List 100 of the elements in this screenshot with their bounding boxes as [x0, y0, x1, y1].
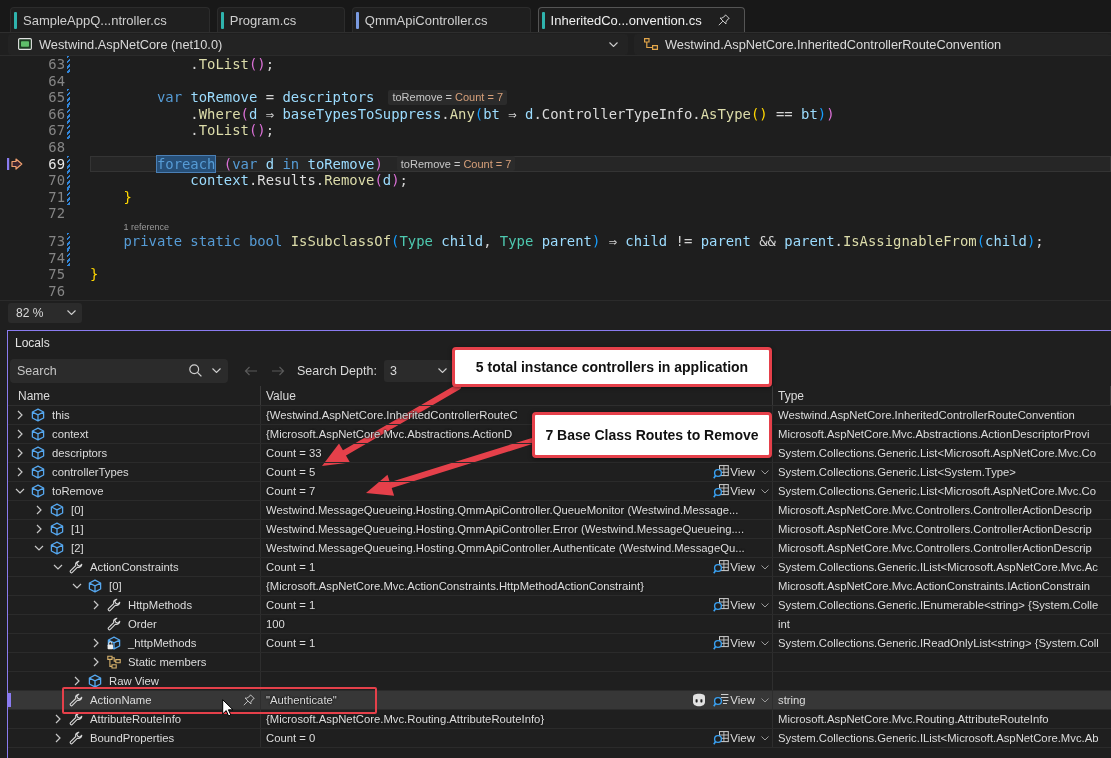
pin-icon[interactable] [243, 694, 255, 706]
chevron-right-icon[interactable] [17, 429, 23, 439]
chevron-right-icon[interactable] [74, 676, 80, 686]
tree-row[interactable]: [0] {Microsoft.AspNetCore.Mvc.ActionConstraints.HttpMethodActionConstraint} Microsoft.AspNetCore.Mvc.ActionConstraints.IActionConstrain [8, 577, 1111, 596]
search-field[interactable]: Search [10, 358, 228, 383]
static-members-icon [107, 655, 121, 669]
variable-value: {Microsoft.AspNetCore.Mvc.ActionConstraints.HttpMethodActionConstraint} [266, 580, 644, 592]
column-header[interactable]: Name [18, 388, 50, 403]
wrench-icon [69, 712, 83, 726]
visualizer-icon [713, 731, 730, 745]
variable-type: Westwind.AspNetCore.InheritedControllerRouteConvention [778, 409, 1075, 421]
code-line: foreach (var d in toRemove) [155, 155, 383, 173]
chevron-right-icon[interactable] [36, 524, 42, 534]
line-number: 75 [47, 266, 65, 283]
robot-face-icon[interactable] [691, 693, 708, 707]
variable-name: AttributeRouteInfo [90, 713, 182, 725]
tree-row[interactable]: BoundProperties Count = 0 View System.Collections.Generic.IList<Microsoft.AspNetCore.Mvc.Ab [8, 729, 1111, 748]
visualizer-button[interactable]: View [711, 463, 771, 481]
project-dropdown[interactable]: Westwind.AspNetCore (net10.0) [8, 33, 628, 55]
tree-row[interactable]: HttpMethods Count = 1 View System.Collections.Generic.IEnumerable<string> {System.Colle [8, 596, 1111, 615]
annotation-callout: 7 Base Class Routes to Remove [532, 412, 772, 458]
cube-icon [50, 522, 64, 536]
chevron-right-icon[interactable] [55, 714, 61, 724]
caret-icon [761, 564, 769, 570]
tree-row[interactable]: Order 100 int [8, 615, 1111, 634]
line-number: 70 [47, 172, 65, 189]
editor-tab[interactable]: SampleAppQ...ntroller.cs [10, 7, 210, 32]
line-number: 63 [47, 56, 65, 73]
code-line: } [90, 266, 99, 283]
line-number: 64 [47, 72, 65, 90]
visualizer-button[interactable]: View [711, 596, 771, 614]
chevron-right-icon[interactable] [17, 448, 23, 458]
cube-icon [88, 674, 102, 688]
wrench-icon [69, 560, 83, 574]
chevron-down-icon[interactable] [34, 545, 44, 551]
hint-label: toRemove = [392, 91, 452, 104]
column-header[interactable]: Value [266, 388, 296, 403]
line-number: 72 [47, 205, 65, 222]
caret-icon[interactable] [212, 368, 221, 373]
tree-row[interactable]: [0] Westwind.MessageQueueing.Hosting.QmmApiController.QueueMonitor (Westwind.Message... Microsoft.AspNetCore.Mvc.Controllers.ControllerActionDescrip [8, 501, 1111, 520]
line-number: 76 [47, 282, 65, 300]
chevron-right-icon[interactable] [93, 600, 99, 610]
editor-tab[interactable]: InheritedCo...onvention.cs [537, 7, 745, 32]
variable-value: Count = 1 [266, 561, 316, 573]
editor-tab[interactable]: Program.cs [216, 7, 345, 32]
tree-row[interactable]: controllerTypes Count = 5 View System.Collections.Generic.List<System.Type> [8, 463, 1111, 482]
search-depth-dropdown[interactable]: 3 [383, 359, 453, 382]
chevron-right-icon[interactable] [93, 638, 99, 648]
tree-row[interactable]: _httpMethods Count = 1 View System.Collections.Generic.IReadOnlyList<string> {System.Coll [8, 634, 1111, 653]
visualizer-button[interactable]: View [711, 729, 771, 747]
variable-value: 100 [266, 618, 285, 630]
variable-name: BoundProperties [90, 732, 175, 744]
codelens-references[interactable]: 1 reference [123, 222, 169, 233]
visualizer-button[interactable]: View [711, 634, 771, 652]
code-line: .Where(d ⇒ baseTypesToSuppress.Any(bt ⇒ d.ControllerTypeInfo.AsType() == bt)) [189, 105, 835, 123]
chevron-right-icon[interactable] [17, 410, 23, 420]
variable-value: Westwind.MessageQueueing.Hosting.QmmApiController.Authenticate (Westwind.MessageQu... [266, 542, 745, 554]
editor-tab[interactable]: QmmApiController.cs [351, 7, 531, 32]
visualizer-button[interactable]: View [711, 691, 771, 709]
variable-type: System.Collections.Generic.List<Microsoft.AspNetCore.Mvc.Co [778, 447, 1096, 459]
visualizer-button[interactable]: View [711, 482, 771, 500]
variable-type: System.Collections.Generic.IList<Microsoft.AspNetCore.Mvc.Ab [778, 732, 1099, 744]
variable-name: this [52, 409, 70, 421]
caret-icon [761, 602, 769, 608]
text-visualizer-icon [713, 693, 730, 707]
variable-name: Static members [128, 656, 207, 668]
line-number: 65 [47, 89, 65, 106]
annotation-callout: 5 total instance controllers in application [452, 347, 772, 387]
cube-icon [50, 503, 64, 517]
cube-icon [50, 541, 64, 555]
variable-type: Microsoft.AspNetCore.Mvc.Controllers.ControllerActionDescrip [778, 542, 1092, 554]
variable-value: Count = 33 [266, 447, 322, 459]
cube-icon [31, 408, 45, 422]
visualizer-icon [713, 484, 730, 498]
member-dropdown[interactable]: Westwind.AspNetCore.InheritedControllerRouteConvention [634, 33, 1111, 55]
visualizer-button[interactable]: View [711, 558, 771, 576]
chevron-down-icon[interactable] [15, 488, 25, 494]
variable-value: Westwind.MessageQueueing.Hosting.QmmApiController.QueueMonitor (Westwind.Message... [266, 504, 739, 516]
chevron-down-icon[interactable] [53, 564, 63, 570]
tree-row[interactable]: AttributeRouteInfo {Microsoft.AspNetCore.Mvc.Routing.AttributeRouteInfo} Microsoft.AspNetCore.Mvc.Routing.AttributeRouteInfo [8, 710, 1111, 729]
variable-value: Count = 7 [266, 485, 316, 497]
class-icon [644, 38, 658, 50]
column-header[interactable]: Type [778, 388, 804, 403]
chevron-right-icon[interactable] [17, 467, 23, 477]
variable-name: [1] [71, 523, 84, 535]
hint-label: toRemove = [400, 157, 461, 170]
chevron-right-icon[interactable] [55, 733, 61, 743]
search-icon[interactable] [189, 364, 202, 377]
zoom-dropdown[interactable]: 82 % [8, 302, 82, 323]
line-number: 74 [47, 249, 65, 267]
chevron-right-icon[interactable] [93, 657, 99, 667]
wrench-icon [107, 617, 121, 631]
tree-row[interactable]: [2] Westwind.MessageQueueing.Hosting.QmmApiController.Authenticate (Westwind.MessageQu... Microsoft.AspNetCore.Mvc.Controllers.ControllerActionDescrip [8, 539, 1111, 558]
chevron-right-icon[interactable] [36, 505, 42, 515]
caret-icon [761, 488, 769, 494]
tree-row[interactable]: [1] Westwind.MessageQueueing.Hosting.QmmApiController.Error (Westwind.MessageQueueing.... Microsoft.AspNetCore.Mvc.Controllers.ControllerActionDescrip [8, 520, 1111, 539]
tree-row[interactable]: Static members [8, 653, 1111, 672]
variable-name: toRemove [52, 485, 104, 497]
chevron-down-icon[interactable] [72, 583, 82, 589]
tree-row[interactable]: ActionConstraints Count = 1 View System.Collections.Generic.IList<Microsoft.AspNetCore.Mvc.Ac [8, 558, 1111, 577]
